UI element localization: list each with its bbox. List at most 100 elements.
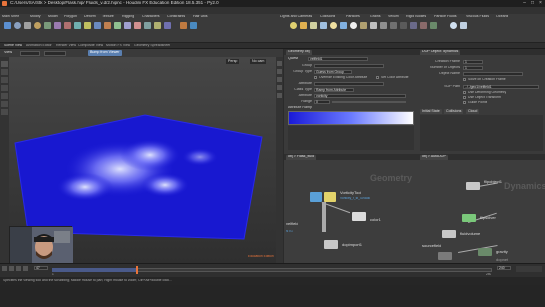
spiral-tool-icon[interactable]: [180, 22, 187, 29]
class-type-menu[interactable]: Ramp from Attribute: [314, 87, 354, 92]
file-tool-icon[interactable]: [164, 22, 171, 29]
tab-geometry-spreadsheet[interactable]: Geometry Spreadsheet: [134, 44, 170, 48]
play-reverse-icon[interactable]: [2, 266, 7, 271]
fluid-icon[interactable]: [450, 22, 457, 29]
shelf-tab-texture[interactable]: Texture: [102, 15, 114, 19]
switcher-icon[interactable]: [420, 22, 427, 29]
minimize-icon[interactable]: –: [522, 1, 527, 6]
tab-animation-editor[interactable]: Animation Editor: [26, 44, 52, 48]
sky-light-icon[interactable]: [350, 22, 357, 29]
playhead[interactable]: [136, 266, 138, 274]
close-icon[interactable]: ×: [538, 1, 543, 6]
obj-path-field[interactable]: [20, 50, 40, 56]
portal-light-icon[interactable]: [380, 22, 387, 29]
torus-tool-icon[interactable]: [34, 22, 41, 29]
shelf-tab-modify[interactable]: Modify: [30, 15, 41, 19]
flipsolver-node[interactable]: [462, 214, 476, 222]
shelf-tab-polygon[interactable]: Polygon: [64, 15, 77, 19]
auto-update-menu[interactable]: [516, 266, 542, 272]
metaball-icon[interactable]: [154, 22, 161, 29]
network-editor-dynamics[interactable]: obj > AutoDOP Dynamics flipobject1 flips…: [418, 154, 545, 263]
creation-frame-field[interactable]: 1: [463, 59, 483, 64]
step-forward-icon[interactable]: [23, 266, 28, 271]
ramp-key-editor[interactable]: [288, 126, 414, 150]
set-color-checkbox[interactable]: [376, 75, 379, 79]
viewport-tab[interactable]: View: [4, 51, 12, 55]
tab-motion-fx-view[interactable]: Motion FX View: [106, 44, 130, 48]
sop-path-field[interactable]: [44, 50, 66, 56]
shelf-tab-deform[interactable]: Deform: [84, 15, 96, 19]
end-frame-field[interactable]: 240: [497, 266, 511, 270]
tab-scene-view[interactable]: Scene View: [4, 44, 22, 48]
viewer-state-badge[interactable]: Bump from Viewer: [88, 50, 122, 56]
curve-tool-icon[interactable]: [84, 22, 91, 29]
fluidvolume-node[interactable]: [442, 230, 456, 238]
camera-menu[interactable]: No cam: [250, 59, 267, 64]
gamepad-camera-icon[interactable]: [430, 22, 437, 29]
sourcefield-node[interactable]: [438, 252, 452, 260]
display-options-icon[interactable]: [277, 61, 282, 66]
handle-tool-icon[interactable]: [1, 93, 8, 99]
shelf-tab-oceans[interactable]: Oceans: [496, 15, 508, 19]
spot-light-icon[interactable]: [300, 22, 307, 29]
override-color-checkbox[interactable]: [314, 75, 317, 79]
network-editor-geometry[interactable]: obj > Flask_fluid Geometry VorticityTool…: [284, 154, 418, 263]
spray-paint-icon[interactable]: [114, 22, 121, 29]
view-tool-icon[interactable]: [1, 109, 8, 115]
move-tool-icon[interactable]: [1, 69, 8, 75]
gravity-node[interactable]: [478, 248, 492, 256]
grid-tool-icon[interactable]: [44, 22, 51, 29]
shelf-tab-constraints[interactable]: Constraints: [167, 15, 185, 19]
tab-initial-state[interactable]: Initial State: [420, 109, 442, 114]
circle-tool-icon[interactable]: [74, 22, 81, 29]
font-tool-icon[interactable]: [124, 22, 131, 29]
point-light-icon[interactable]: [290, 22, 297, 29]
sop-path-field[interactable]: ../../geo1/velfield1: [463, 84, 539, 89]
ghost-icon[interactable]: [277, 85, 282, 90]
persp-menu[interactable]: Persp: [226, 59, 240, 64]
tube-tool-icon[interactable]: [24, 22, 31, 29]
shelf-tab-hair-utils[interactable]: Hair Utils: [193, 15, 208, 19]
snap-icon[interactable]: [277, 93, 282, 98]
attribute-field[interactable]: [314, 81, 384, 86]
sphere-tool-icon[interactable]: [14, 22, 21, 29]
range-slider[interactable]: [332, 100, 406, 103]
caustic-light-icon[interactable]: [370, 22, 377, 29]
range-min-field[interactable]: 0: [314, 99, 330, 104]
path-tool-icon[interactable]: [104, 22, 111, 29]
use-deforming-checkbox[interactable]: [463, 91, 466, 94]
line-tool-icon[interactable]: [64, 22, 71, 29]
guide-points-checkbox[interactable]: [463, 101, 466, 104]
lsystem-icon[interactable]: [144, 22, 151, 29]
shelf-tab-characters[interactable]: Characters: [142, 15, 160, 19]
tab-render-view[interactable]: Render View: [56, 44, 76, 48]
rotate-tool-icon[interactable]: [1, 77, 8, 83]
vorticity-node-flag[interactable]: [324, 192, 336, 202]
pose-tool-icon[interactable]: [1, 101, 8, 107]
group-field[interactable]: [314, 63, 384, 68]
platonic-icon[interactable]: [134, 22, 141, 29]
shelf-tab-rigid-bodies[interactable]: Rigid Bodies: [406, 15, 426, 19]
maximize-icon[interactable]: □: [530, 1, 535, 6]
node-name-field[interactable]: velfield1: [308, 56, 368, 61]
shelf-tab-collisions[interactable]: Collisions: [320, 15, 335, 19]
use-transform-checkbox[interactable]: [463, 96, 466, 99]
shelf-tab-model[interactable]: Model: [48, 15, 58, 19]
group-type-menu[interactable]: Guess from Group: [314, 69, 352, 74]
number-objects-field[interactable]: 1: [463, 65, 483, 70]
shelf-tab-vellum[interactable]: Vellum: [388, 15, 399, 19]
camera-icon[interactable]: [400, 22, 407, 29]
attribute-name-field[interactable]: vorticity: [314, 93, 406, 98]
network-path-dynamics[interactable]: obj > AutoDOP: [420, 154, 448, 160]
network-path[interactable]: obj > Flask_fluid: [286, 154, 317, 160]
shelf-tab-viscous[interactable]: Viscous Fluids: [466, 15, 489, 19]
vorticity-node[interactable]: [310, 192, 322, 202]
gi-light-icon[interactable]: [360, 22, 367, 29]
shelf-tab-main[interactable]: Main Shelf: [2, 15, 19, 19]
draw-curve-icon[interactable]: [94, 22, 101, 29]
box-tool-icon[interactable]: [4, 22, 11, 29]
dopimport-node[interactable]: [324, 240, 338, 249]
shelf-tab-particle-fluids[interactable]: Particle Fluids: [434, 15, 457, 19]
wireframe-icon[interactable]: [277, 77, 282, 82]
tab-collisions[interactable]: Collisions: [444, 109, 464, 114]
